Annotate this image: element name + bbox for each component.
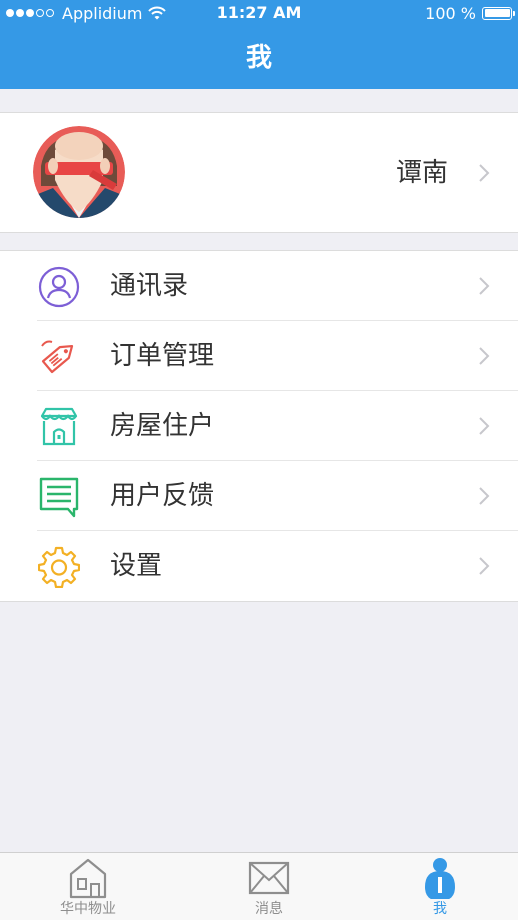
menu-item-label: 用户反馈 [110,481,215,511]
status-bar: Applidium 11:27 AM 100 % [0,0,518,26]
menu-item-residents[interactable]: 房屋住户 [0,391,518,461]
tab-label: 消息 [255,901,283,917]
tab-property[interactable]: 华中物业 [0,853,176,920]
tab-label: 我 [433,901,447,917]
mail-icon [248,861,290,895]
chevron-right-icon [479,277,490,295]
tag-icon [41,340,74,374]
menu-item-label: 订单管理 [110,341,215,371]
menu-item-orders[interactable]: 订单管理 [0,321,518,391]
menu-item-label: 设置 [110,551,163,581]
chevron-right-icon [479,347,490,365]
menu-item-contacts[interactable]: 通讯录 [0,251,518,321]
person-icon [425,858,455,899]
store-icon [40,407,78,446]
chevron-right-icon [479,164,490,182]
battery-percent: 100 % [425,3,476,23]
battery-icon [482,6,515,20]
chevron-right-icon [479,557,490,575]
profile-row[interactable]: 谭南 [0,112,518,233]
menu-item-label: 房屋住户 [110,411,215,441]
tab-me[interactable]: 我 [362,853,518,920]
house-icon [69,858,107,899]
status-right: 100 % [425,3,515,23]
tab-label: 华中物业 [60,901,116,917]
tab-bar: 华中物业 消息 我 [0,852,518,920]
tab-messages[interactable]: 消息 [176,853,362,920]
avatar [33,126,125,218]
menu-list: 通讯录 订单管理 房屋住户 用户反馈 设置 [0,250,518,602]
chevron-right-icon [479,417,490,435]
menu-item-feedback[interactable]: 用户反馈 [0,461,518,531]
chevron-right-icon [479,487,490,505]
gear-icon [38,546,80,588]
page-title: 我 [245,43,272,73]
contacts-icon [38,266,80,308]
menu-item-settings[interactable]: 设置 [0,531,518,601]
menu-item-label: 通讯录 [110,271,189,301]
feedback-icon [39,477,79,518]
header: Applidium 11:27 AM 100 % 我 [0,0,518,89]
profile-name: 谭南 [395,158,448,188]
